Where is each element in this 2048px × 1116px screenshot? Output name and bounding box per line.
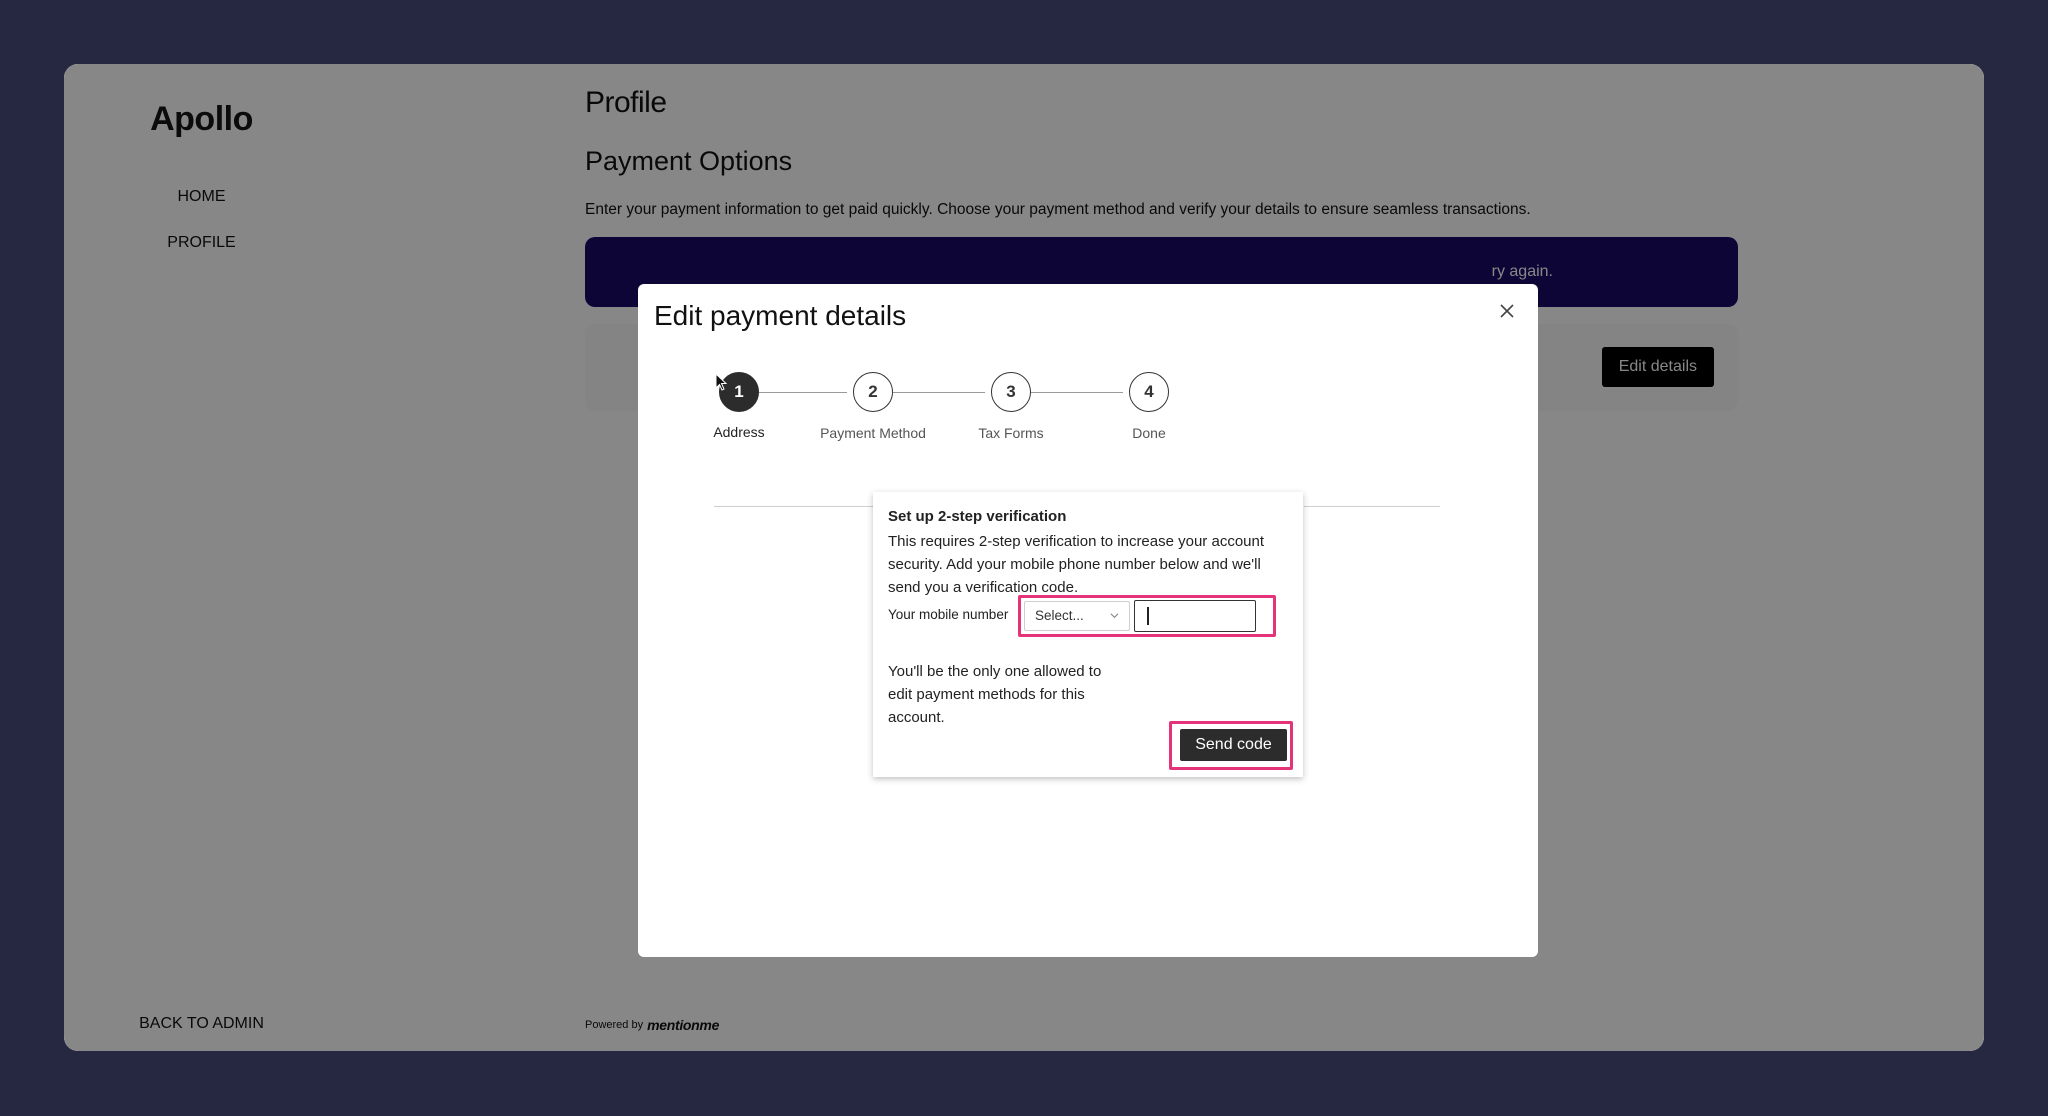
verification-title: Set up 2-step verification xyxy=(888,508,1067,525)
country-code-select[interactable]: Select... xyxy=(1024,601,1130,631)
mouse-cursor-icon xyxy=(715,373,728,391)
step-3-indicator[interactable]: 3 xyxy=(991,372,1031,412)
chevron-down-icon xyxy=(1110,613,1119,619)
app-window: Apollo HOME PROFILE BACK TO ADMIN Profil… xyxy=(64,64,1984,1051)
step-3-label: Tax Forms xyxy=(978,425,1044,441)
step-2-label: Payment Method xyxy=(820,425,926,441)
modal-title: Edit payment details xyxy=(654,300,907,331)
text-caret xyxy=(1147,607,1149,625)
step-connector xyxy=(887,392,985,393)
verification-description: This requires 2-step verification to inc… xyxy=(888,533,1265,596)
step-1-label: Address xyxy=(713,424,765,440)
step-4-label: Done xyxy=(1132,425,1166,441)
mobile-number-label: Your mobile number xyxy=(888,607,1009,622)
step-connector xyxy=(1025,392,1123,393)
phone-number-input[interactable] xyxy=(1134,600,1256,632)
send-code-button[interactable]: Send code xyxy=(1180,729,1287,761)
divider xyxy=(714,506,874,507)
step-4-indicator[interactable]: 4 xyxy=(1129,372,1169,412)
step-2-indicator[interactable]: 2 xyxy=(853,372,893,412)
close-icon[interactable] xyxy=(1497,301,1517,321)
edit-payment-modal: Edit payment details 1 2 3 4 Address Pay… xyxy=(638,284,1538,957)
two-step-verification-dialog: Set up 2-step verification This requires… xyxy=(873,492,1303,777)
verification-note: You'll be the only one allowed to edit p… xyxy=(888,663,1102,726)
divider xyxy=(1304,506,1440,507)
country-code-select-value: Select... xyxy=(1035,608,1084,623)
